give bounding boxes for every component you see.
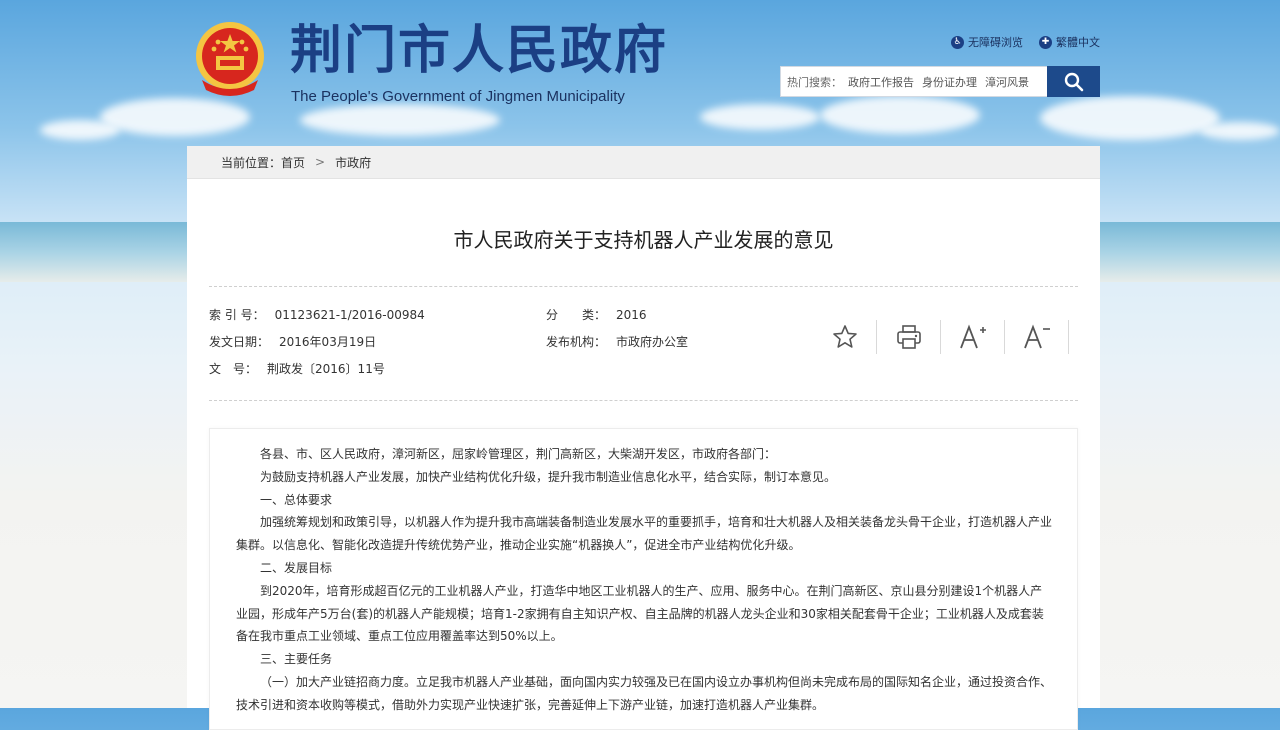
article-paragraph: 到2020年，培育形成超百亿元的工业机器人产业，打造华中地区工业机器人的生产、应… <box>236 583 1044 644</box>
article-section-heading: 三、主要任务 <box>260 652 333 667</box>
hot-search-term[interactable]: 漳河风景 <box>985 74 1029 90</box>
background-cloud <box>700 104 820 130</box>
background-cloud <box>1200 122 1280 140</box>
article-paragraph: （一）加大产业链招商力度。立足我市机器人产业基础，面向国内实力较强及已在国内设立… <box>236 674 1053 712</box>
article-body: 各县、市、区人民政府，漳河新区，屈家岭管理区，荆门高新区，大柴湖开发区，市政府各… <box>209 428 1078 730</box>
meta-docno: 文 号： 荆政发〔2016〕11号 <box>209 360 385 377</box>
search-input[interactable]: 热门搜索： 政府工作报告 身份证办理 漳河风景 <box>780 66 1047 97</box>
meta-date: 发文日期： 2016年03月19日 <box>209 333 376 350</box>
article-title: 市人民政府关于支持机器人产业发展的意见 <box>453 228 834 252</box>
national-emblem-icon <box>196 22 264 96</box>
article-body-text: 各县、市、区人民政府，漳河新区，屈家岭管理区，荆门高新区，大柴湖开发区，市政府各… <box>236 443 1053 717</box>
top-links: ♿ 无障碍浏览 ✚ 繁體中文 <box>951 34 1100 50</box>
background-cloud <box>820 96 980 134</box>
meta-value: 荆政发〔2016〕11号 <box>267 362 385 376</box>
article-section-heading: 一、总体要求 <box>260 492 333 507</box>
article-section-heading: 二、发展目标 <box>260 560 333 575</box>
site-title-english: The People's Government of Jingmen Munic… <box>291 88 625 105</box>
meta-label: 发文日期： <box>209 335 270 349</box>
meta-label: 分 类： <box>546 308 607 322</box>
article-toolbar <box>813 320 1069 354</box>
meta-label: 发布机构： <box>546 335 607 349</box>
article-paragraph: 加强统筹规划和政策引导，以机器人作为提升我市高端装备制造业发展水平的重要抓手，培… <box>236 515 1053 553</box>
divider <box>209 286 1078 287</box>
background-cloud <box>300 104 500 136</box>
meta-label: 索 引 号： <box>209 308 265 322</box>
font-decrease-icon <box>1023 324 1050 349</box>
search-icon <box>1064 72 1083 91</box>
site-title: 荆门市人民政府 <box>290 20 669 81</box>
meta-index: 索 引 号： 01123621-1/2016-00984 <box>209 306 425 323</box>
background-cloud <box>1040 96 1220 140</box>
print-button[interactable] <box>877 320 941 354</box>
hot-search-term[interactable]: 政府工作报告 <box>848 74 914 90</box>
breadcrumb-label: 当前位置： <box>221 155 282 170</box>
background-cloud <box>100 98 250 136</box>
traditional-chinese-icon: ✚ <box>1039 35 1052 49</box>
print-icon <box>896 325 921 349</box>
accessibility-link[interactable]: ♿ 无障碍浏览 <box>951 34 1023 50</box>
meta-value: 2016年03月19日 <box>279 335 377 349</box>
chevron-right-icon: > <box>315 155 326 169</box>
meta-category: 分 类： 2016 <box>546 306 647 323</box>
traditional-chinese-link-label: 繁體中文 <box>1056 36 1100 49</box>
content-panel: 当前位置： 首页 > 市政府 市人民政府关于支持机器人产业发展的意见 索 引 号… <box>187 146 1100 730</box>
meta-value: 2016 <box>616 308 647 322</box>
traditional-chinese-link[interactable]: ✚ 繁體中文 <box>1039 34 1100 50</box>
meta-value: 01123621-1/2016-00984 <box>274 308 425 322</box>
font-increase-button[interactable] <box>941 320 1005 354</box>
meta-publisher: 发布机构： 市政府办公室 <box>546 333 688 350</box>
search-button[interactable] <box>1047 66 1100 97</box>
breadcrumb-city-government-link[interactable]: 市政府 <box>335 154 371 171</box>
star-icon <box>832 325 857 348</box>
favorite-button[interactable] <box>813 320 877 354</box>
hot-search-label: 热门搜索： <box>787 75 842 89</box>
background-cloud <box>40 120 120 140</box>
accessibility-link-label: 无障碍浏览 <box>968 36 1023 49</box>
article-paragraph: 为鼓励支持机器人产业发展，加快产业结构优化升级，提升我市制造业信息化水平，结合实… <box>260 469 837 484</box>
search-bar: 热门搜索： 政府工作报告 身份证办理 漳河风景 <box>780 66 1100 97</box>
breadcrumb-home-link[interactable]: 首页 <box>281 154 305 171</box>
meta-value: 市政府办公室 <box>616 335 689 349</box>
meta-label: 文 号： <box>209 362 258 376</box>
accessibility-icon: ♿ <box>951 35 964 49</box>
divider <box>209 400 1078 401</box>
font-decrease-button[interactable] <box>1005 320 1069 354</box>
hot-search-term[interactable]: 身份证办理 <box>922 74 977 90</box>
breadcrumb: 当前位置： 首页 > 市政府 <box>187 146 1100 179</box>
font-increase-icon <box>959 324 986 349</box>
article-paragraph: 各县、市、区人民政府，漳河新区，屈家岭管理区，荆门高新区，大柴湖开发区，市政府各… <box>260 447 777 461</box>
